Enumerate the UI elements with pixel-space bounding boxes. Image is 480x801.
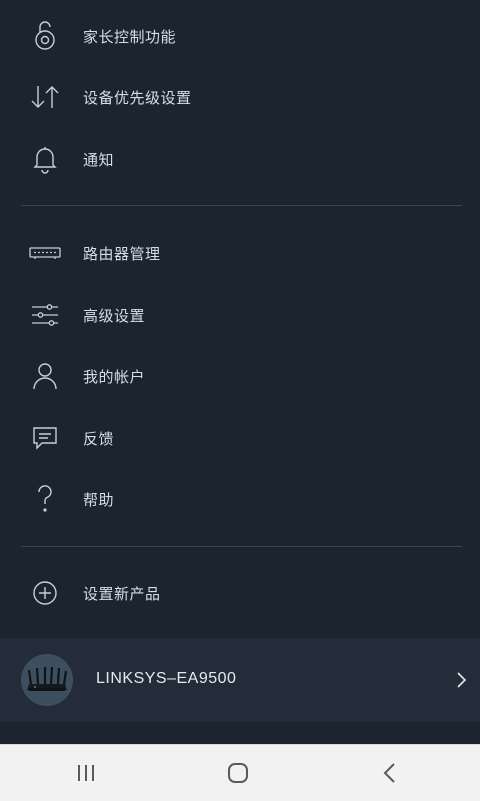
menu-bottom-spacer — [0, 722, 480, 744]
menu-item-label: 高级设置 — [83, 307, 146, 325]
menu-item-parental-controls[interactable]: 家长控制功能 — [0, 8, 480, 64]
menu-item-feedback[interactable]: 反馈 — [0, 410, 480, 466]
bell-icon — [28, 142, 62, 176]
plus-circle-icon — [28, 576, 62, 610]
menu-item-my-account[interactable]: 我的帐户 — [0, 348, 480, 404]
menu-item-advanced-settings[interactable]: 高级设置 — [0, 287, 480, 343]
home-icon[interactable] — [218, 755, 258, 791]
menu-item-label: 设置新产品 — [83, 585, 161, 603]
back-icon[interactable] — [370, 755, 410, 791]
menu-item-label: 家长控制功能 — [83, 28, 177, 46]
device-row[interactable]: LINKSYS–EA9500 — [0, 638, 480, 722]
chat-icon — [28, 421, 62, 455]
menu-item-label: 路由器管理 — [83, 245, 161, 263]
menu-item-setup-new-product[interactable]: 设置新产品 — [0, 565, 480, 621]
menu-divider — [21, 205, 462, 206]
arrows-up-down-icon — [28, 80, 62, 114]
parental-lock-icon — [28, 19, 62, 53]
menu-item-label: 我的帐户 — [83, 368, 146, 386]
user-icon — [28, 359, 62, 393]
sliders-icon — [28, 298, 62, 332]
menu-item-notifications[interactable]: 通知 — [0, 131, 480, 187]
system-nav-bar — [0, 744, 480, 801]
chevron-right-icon — [452, 668, 470, 692]
menu-item-label: 通知 — [83, 151, 115, 169]
router-avatar-icon — [21, 654, 73, 706]
router-icon — [28, 236, 62, 270]
menu-item-label: 反馈 — [83, 430, 115, 448]
menu-item-router-management[interactable]: 路由器管理 — [0, 225, 480, 281]
menu-item-label: 设备优先级设置 — [83, 89, 192, 107]
menu-item-device-priority[interactable]: 设备优先级设置 — [0, 69, 480, 125]
recent-apps-icon[interactable] — [66, 755, 106, 791]
device-name: LINKSYS–EA9500 — [96, 670, 237, 687]
question-icon — [28, 482, 62, 516]
menu-divider — [21, 546, 462, 547]
menu-item-help[interactable]: 帮助 — [0, 471, 480, 527]
menu-item-label: 帮助 — [83, 491, 115, 509]
